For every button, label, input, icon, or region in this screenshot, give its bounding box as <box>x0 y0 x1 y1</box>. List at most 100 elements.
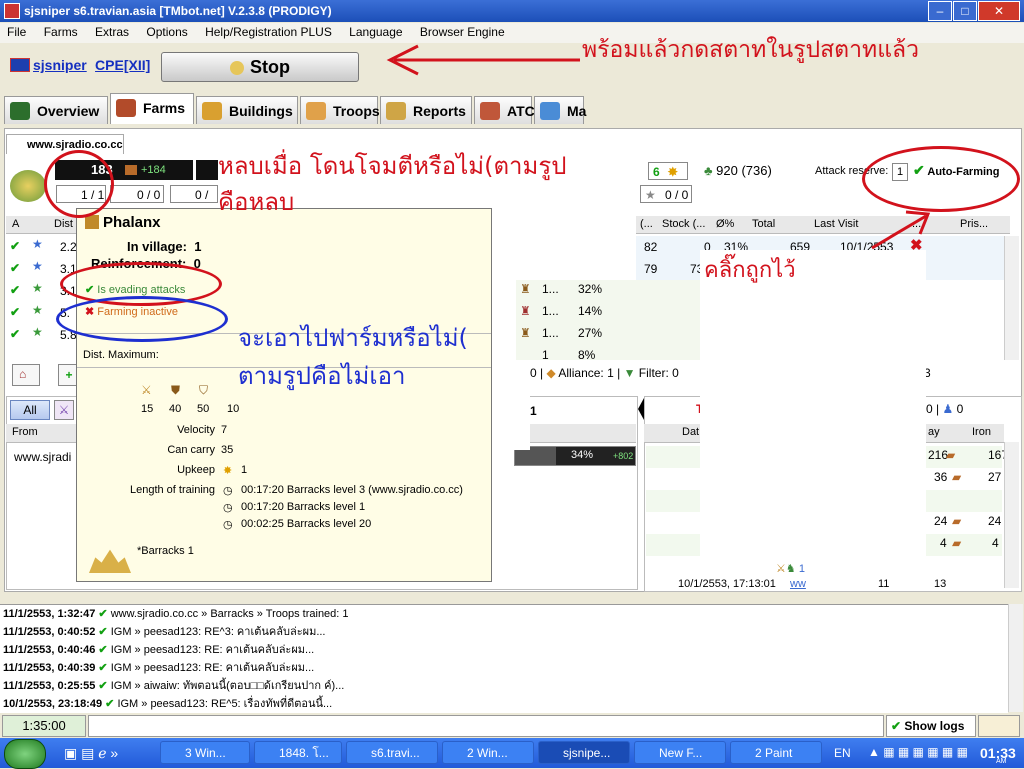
report-from: www.sjradi <box>14 450 72 464</box>
language-indicator[interactable]: EN <box>834 746 851 760</box>
tab-reports[interactable]: Reports <box>380 96 472 124</box>
start-button[interactable] <box>4 739 46 769</box>
filter-count[interactable]: Filter: 0 <box>639 366 679 380</box>
task-item[interactable]: s6.travi... <box>346 741 438 764</box>
tab-village[interactable]: www.sjradio.co.cc <box>6 134 124 154</box>
flag-icon <box>10 58 30 72</box>
unit-name: Phalanx <box>103 214 161 231</box>
farm-table-header-right: (... Stock (... Ø% Total Last Visit ... … <box>636 216 1010 234</box>
taskbar: ▣ ▤ ℯ » 3 Win... 1848. โ... s6.travi... … <box>0 738 1024 769</box>
population-icon: ♣ <box>704 163 713 178</box>
task-item[interactable]: 2 Win... <box>442 741 534 764</box>
clay-icon: ▰ <box>952 514 962 528</box>
star-icon: ★ <box>32 281 43 295</box>
in-village: In village: 1 <box>127 239 202 254</box>
defense-cavalry-icon: ⛉ <box>199 383 209 397</box>
reports-icon <box>386 102 406 120</box>
log-entry: 10/1/2553, 23:18:49 ✔ IGM » peesad123: R… <box>3 698 333 710</box>
star-icon: ★ <box>645 188 656 202</box>
status-input[interactable] <box>88 715 884 737</box>
annotation-arrow-autofarm <box>871 210 931 250</box>
tray-icons[interactable]: ▲ ▦ ▦ ▦ ▦ ▦ ▦ <box>868 745 968 759</box>
troops-icon <box>306 102 326 120</box>
population: ♣ 920 (736) <box>704 163 772 178</box>
menu-file[interactable]: File <box>0 23 33 41</box>
timer: 1:35:00 <box>2 715 86 737</box>
farm-rows-left: ✔ ★ 2.2 ✔ ★ 3.1 ✔ ★ 3.1 ✔ ★ 5. ✔ ★ 5.8 <box>6 236 77 358</box>
menu-browser-engine[interactable]: Browser Engine <box>413 23 512 41</box>
maximize-button[interactable]: □ <box>953 1 977 21</box>
farm-house-icon <box>116 99 136 117</box>
village-icon: ♜ <box>520 304 531 318</box>
annotation-circle-autofarm <box>862 146 1020 212</box>
task-item[interactable]: 2 Paint <box>730 741 822 764</box>
village-icon: ♜ <box>520 326 531 340</box>
movements-counts: 0 | ♟ 0 <box>926 402 964 416</box>
farm-count-c[interactable]: 0 / 0 <box>170 185 218 220</box>
log-settings-button[interactable] <box>978 715 1020 737</box>
buildings-icon <box>202 102 222 120</box>
resource-plus: +184 <box>141 164 166 176</box>
atc-icon <box>480 102 500 120</box>
alliance-filter[interactable]: Alliance: 1 <box>558 366 613 380</box>
minimize-button[interactable]: – <box>928 1 952 21</box>
swords-icon: ⚔ <box>776 563 786 575</box>
movement-link[interactable]: ww <box>790 578 806 590</box>
star-icon: ★ <box>32 237 43 251</box>
filter-icon: ▼ <box>623 366 636 380</box>
menu-options[interactable]: Options <box>139 23 194 41</box>
tab-more[interactable]: Ma <box>534 96 586 124</box>
menu-language[interactable]: Language <box>342 23 409 41</box>
annotation-click: คลิ๊กถูกไว้ <box>704 258 796 283</box>
task-item[interactable]: sjsnipe... <box>538 741 630 764</box>
username-link[interactable]: sjsniper <box>33 57 87 73</box>
clock-icon: ◷ <box>223 485 233 497</box>
log-scrollbar[interactable] <box>1008 604 1023 712</box>
village-image <box>10 170 46 202</box>
menu-farms[interactable]: Farms <box>37 23 85 41</box>
filter-bar: 0 | ◆ Alliance: 1 | ▼ Filter: 0 <box>530 366 679 380</box>
star-icon: ★ <box>32 259 43 273</box>
task-item[interactable]: New F... <box>634 741 726 764</box>
log-panel: 11/1/2553, 1:32:47 ✔ www.sjradio.co.cc »… <box>0 604 1008 713</box>
add-farm-button[interactable]: ⌂ <box>12 364 40 386</box>
movements-scrollbar[interactable] <box>1004 442 1019 588</box>
stop-button[interactable]: Stop <box>161 52 359 82</box>
defense-infantry-icon: ⛊ <box>171 383 181 397</box>
log-entry: 11/1/2553, 0:40:52 ✔ IGM » peesad123: RE… <box>3 626 326 638</box>
annotation-arrow-stop <box>386 44 580 76</box>
farm-table-scrollbar[interactable] <box>1004 236 1019 360</box>
rank-link[interactable]: CPE[XII] <box>95 57 150 73</box>
menu-extras[interactable]: Extras <box>88 23 136 41</box>
clay-icon: ▰ <box>946 448 956 462</box>
barracks-icon <box>89 549 131 573</box>
tab-atc[interactable]: ATC <box>474 96 535 124</box>
log-entry: 11/1/2553, 0:40:46 ✔ IGM » peesad123: RE… <box>3 644 315 656</box>
mid-rows: ♜1...32%12520 ♜1...14%8225 ♜1...27%8519 … <box>516 280 703 360</box>
tab-overview[interactable]: Overview <box>4 96 108 124</box>
task-item[interactable]: 1848. โ... <box>254 741 342 764</box>
main-tabs: Overview Farms Buildings Troops Reports … <box>4 93 586 126</box>
quicklaunch-icons[interactable]: ▣ ▤ ℯ » <box>64 745 118 762</box>
swords-icon[interactable]: ⚔ <box>54 400 74 420</box>
attack-icon: ⚔ <box>141 383 152 397</box>
table-row[interactable]: ✔ ★ 2.2 <box>6 236 77 258</box>
task-item[interactable]: 3 Win... <box>160 741 250 764</box>
tab-buildings[interactable]: Buildings <box>196 96 298 124</box>
filter-all-button[interactable]: All <box>10 400 50 420</box>
movement-bottom-row: 10/1/2553, 17:13:01 ww 11 13 <box>678 578 947 590</box>
menu-help[interactable]: Help/Registration PLUS <box>198 23 339 41</box>
overlay-box <box>700 250 926 562</box>
show-logs-toggle[interactable]: ✔ Show logs <box>886 715 976 737</box>
farm-count-d[interactable]: ★ 0 / 0 <box>640 185 692 203</box>
farm-count-b[interactable]: 0 / 0 <box>110 185 164 203</box>
tab-troops[interactable]: Troops <box>300 96 380 124</box>
close-button[interactable]: ✕ <box>978 1 1020 21</box>
progress-bar: 34% +802 <box>514 446 636 466</box>
farm-table-header-left: A Dist <box>6 216 76 234</box>
clock-icon: ◷ <box>223 519 233 531</box>
annotation-circle-farming <box>56 296 228 342</box>
tab-farms[interactable]: Farms <box>110 93 194 124</box>
status-bar: 1:35:00 ✔ Show logs <box>0 713 1024 738</box>
overview-icon <box>10 102 30 120</box>
